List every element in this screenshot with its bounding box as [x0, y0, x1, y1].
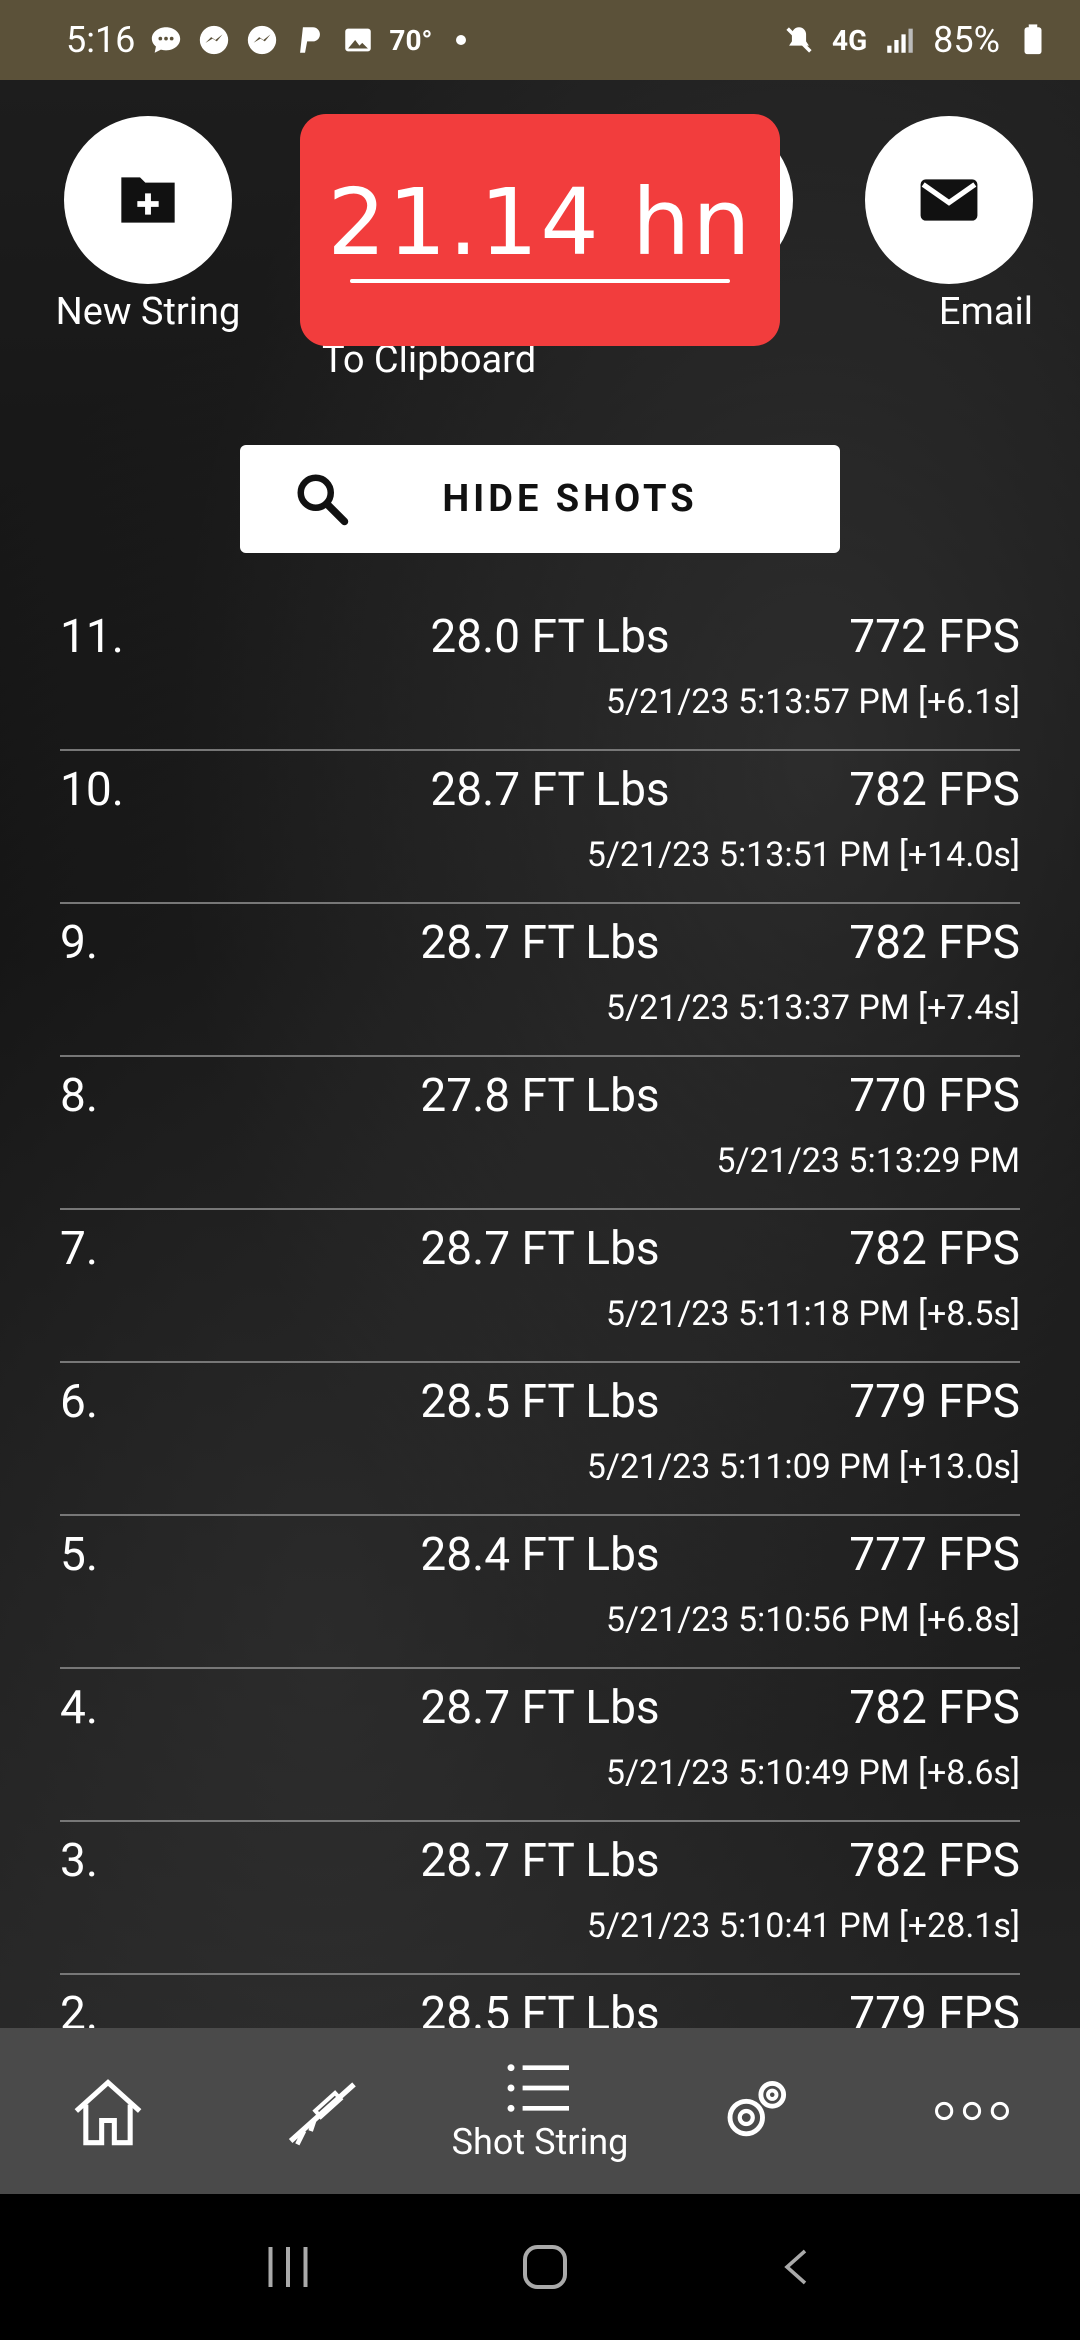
shot-timestamp: 5/21/23 5:13:57 PM [+6.1s]: [605, 682, 1020, 722]
shot-velocity: 779 FPS: [849, 1987, 1020, 2028]
chat-icon: [152, 27, 181, 53]
shot-velocity: 782 FPS: [849, 763, 1020, 817]
nav-home[interactable]: [0, 2028, 216, 2194]
nav-rifle[interactable]: [216, 2028, 432, 2194]
new-string-button[interactable]: [64, 116, 232, 284]
back-icon[interactable]: [777, 2241, 817, 2293]
shot-row[interactable]: 11. 28.0 FT Lbs 772 FPS 5/21/23 5:13:57 …: [60, 598, 1020, 751]
signal-icon: [887, 28, 913, 53]
folder-add-icon: [121, 177, 175, 223]
shot-timestamp: 5/21/23 5:10:41 PM [+28.1s]: [586, 1906, 1020, 1946]
email-label: Email: [938, 290, 1033, 334]
rifle-icon: [288, 2082, 356, 2146]
shot-timestamp: 5/21/23 5:10:56 PM [+6.8s]: [605, 1600, 1020, 1640]
handwritten-overlay: 21.14 hn: [300, 114, 780, 346]
new-string-action[interactable]: New String: [56, 116, 240, 334]
nav-settings[interactable]: [648, 2028, 864, 2194]
email-button[interactable]: [865, 116, 1033, 284]
shot-timestamp: 5/21/23 5:11:18 PM [+8.5s]: [605, 1294, 1020, 1334]
shot-velocity: 782 FPS: [849, 1222, 1020, 1276]
shot-row[interactable]: 9. 28.7 FT Lbs 782 FPS 5/21/23 5:13:37 P…: [60, 904, 1020, 1057]
shot-row[interactable]: 7. 28.7 FT Lbs 782 FPS 5/21/23 5:11:18 P…: [60, 1210, 1020, 1363]
hide-shots-label: HIDE SHOTS: [442, 477, 698, 521]
shot-row[interactable]: 8. 27.8 FT Lbs 770 FPS 5/21/23 5:13:29 P…: [60, 1057, 1020, 1210]
nav-shot-string[interactable]: Shot String: [432, 2028, 648, 2194]
new-string-label: New String: [55, 290, 241, 334]
overlay-text: 21.14 hn: [327, 169, 753, 276]
shot-timestamp: 5/21/23 5:13:37 PM [+7.4s]: [605, 988, 1020, 1028]
mute-icon: [786, 27, 812, 53]
shot-velocity: 770 FPS: [849, 1069, 1020, 1123]
shot-velocity: 779 FPS: [849, 1375, 1020, 1429]
shot-row[interactable]: 4. 28.7 FT Lbs 782 FPS 5/21/23 5:10:49 P…: [60, 1669, 1020, 1822]
notification-dot-icon: [456, 35, 467, 45]
status-bar: 5:16 70° 4G 85%: [0, 0, 1080, 80]
image-icon: [345, 28, 372, 52]
shot-timestamp: 5/21/23 5:13:51 PM [+14.0s]: [586, 835, 1020, 875]
mail-icon: [920, 179, 978, 221]
shot-velocity: 782 FPS: [849, 1834, 1020, 1888]
shot-timestamp: 5/21/23 5:10:49 PM [+8.6s]: [605, 1753, 1020, 1793]
battery-percentage: 85%: [933, 19, 1000, 61]
nav-more[interactable]: [864, 2028, 1080, 2194]
messenger-icon: [200, 25, 229, 55]
shot-velocity: 777 FPS: [849, 1528, 1020, 1582]
shot-velocity: 772 FPS: [849, 610, 1020, 664]
network-type: 4G: [832, 23, 868, 57]
shot-row[interactable]: 3. 28.7 FT Lbs 782 FPS 5/21/23 5:10:41 P…: [60, 1822, 1020, 1975]
shot-row[interactable]: 5. 28.4 FT Lbs 777 FPS 5/21/23 5:10:56 P…: [60, 1516, 1020, 1669]
email-action[interactable]: Email: [865, 116, 1033, 334]
battery-icon: [1024, 24, 1042, 55]
shot-row[interactable]: 10. 28.7 FT Lbs 782 FPS 5/21/23 5:13:51 …: [60, 751, 1020, 904]
recents-icon[interactable]: [263, 2241, 313, 2293]
hide-shots-button[interactable]: HIDE SHOTS: [240, 445, 840, 553]
home-icon: [74, 2079, 142, 2146]
shot-velocity: 782 FPS: [849, 1681, 1020, 1735]
nav-shot-string-label: Shot String: [451, 2121, 629, 2163]
overlay-underline: [350, 279, 730, 283]
shot-timestamp: 5/21/23 5:11:09 PM [+13.0s]: [586, 1447, 1020, 1487]
shot-row[interactable]: 6. 28.5 FT Lbs 779 FPS 5/21/23 5:11:09 P…: [60, 1363, 1020, 1516]
shot-velocity: 782 FPS: [849, 916, 1020, 970]
more-icon: [935, 2101, 1009, 2121]
shot-list: 11. 28.0 FT Lbs 772 FPS 5/21/23 5:13:57 …: [60, 598, 1020, 2028]
paypal-icon: [300, 27, 321, 53]
list-icon: [507, 2064, 569, 2112]
status-temperature: 70°: [389, 23, 433, 57]
main-screen: New String To Clipboard Email 21.14 hn H…: [0, 80, 1080, 2028]
bottom-navigation: Shot String: [0, 2028, 1080, 2194]
messenger-icon-2: [248, 25, 277, 55]
gears-icon: [727, 2080, 787, 2137]
shot-timestamp: 5/21/23 5:13:29 PM: [716, 1141, 1020, 1181]
home-button-icon[interactable]: [520, 2242, 570, 2292]
status-time: 5:16: [66, 19, 136, 61]
system-navigation: [0, 2194, 1080, 2340]
shot-row[interactable]: 2. 28.5 FT Lbs 779 FPS: [60, 1975, 1020, 2028]
